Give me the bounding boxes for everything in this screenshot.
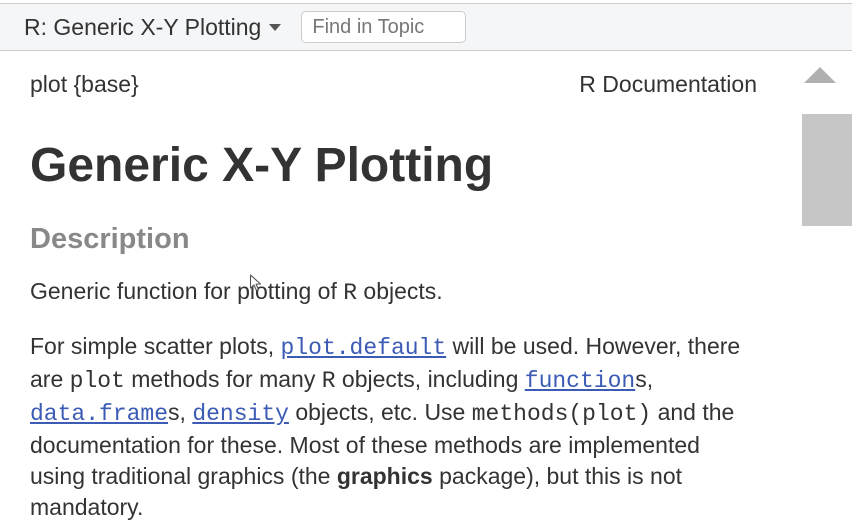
- text: objects.: [357, 278, 443, 304]
- doc-header: plot {base} R Documentation: [30, 71, 757, 98]
- link-data-frame[interactable]: data.frame: [30, 401, 168, 427]
- description-para-2: For simple scatter plots, plot.default w…: [30, 331, 757, 523]
- link-function[interactable]: function: [525, 368, 635, 394]
- code-inline: methods(plot): [472, 401, 651, 427]
- link-density[interactable]: density: [192, 401, 289, 427]
- link-plot-default[interactable]: plot.default: [281, 335, 447, 361]
- vertical-scrollbar[interactable]: [787, 51, 852, 530]
- text: s,: [635, 366, 653, 392]
- description-para-1: Generic function for plotting of R objec…: [30, 276, 757, 309]
- help-page: plot {base} R Documentation Generic X-Y …: [0, 51, 787, 530]
- text: objects, etc. Use: [289, 399, 472, 425]
- find-in-topic-input[interactable]: [301, 11, 466, 43]
- topic-package: plot {base}: [30, 71, 139, 98]
- text: For simple scatter plots,: [30, 333, 281, 359]
- scrollbar-thumb[interactable]: [802, 114, 852, 226]
- code-inline: R: [322, 368, 336, 394]
- text: Generic function for plotting of: [30, 278, 343, 304]
- code-inline: R: [343, 280, 357, 306]
- content-area: plot {base} R Documentation Generic X-Y …: [0, 51, 852, 530]
- section-heading-description: Description: [30, 223, 757, 256]
- text: s,: [168, 399, 192, 425]
- doc-type: R Documentation: [579, 71, 757, 98]
- bold: graphics: [337, 463, 433, 489]
- code-inline: plot: [70, 368, 125, 394]
- scroll-up-icon[interactable]: [804, 67, 836, 83]
- topic-title: R: Generic X-Y Plotting: [24, 14, 261, 41]
- text: objects, including: [336, 366, 525, 392]
- caret-down-icon: [269, 24, 281, 31]
- topic-dropdown[interactable]: R: Generic X-Y Plotting: [24, 14, 281, 41]
- help-toolbar: R: Generic X-Y Plotting: [0, 4, 852, 51]
- text: methods for many: [125, 366, 322, 392]
- page-title: Generic X-Y Plotting: [30, 138, 757, 193]
